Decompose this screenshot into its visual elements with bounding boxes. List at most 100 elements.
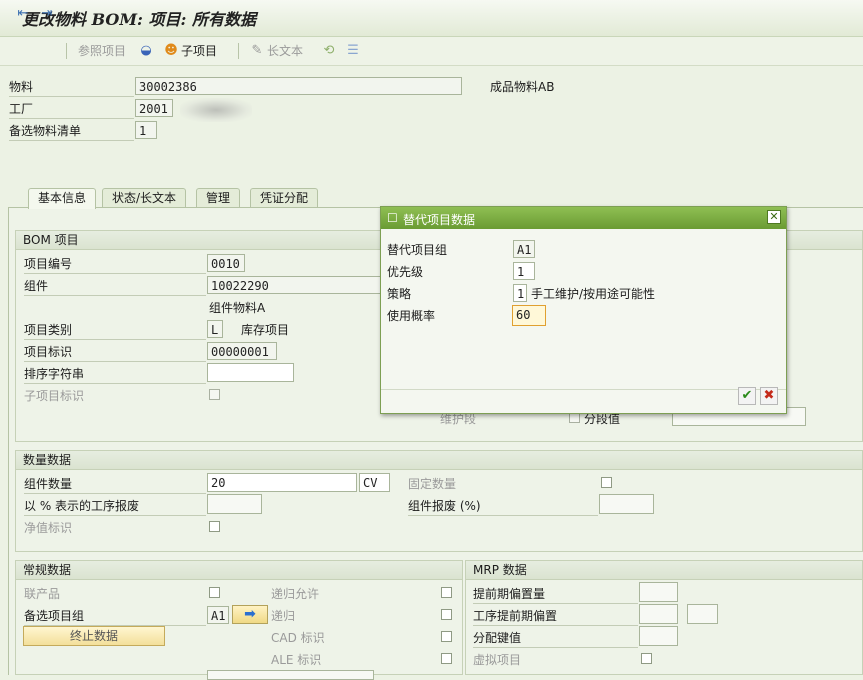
- strategy-label: 策略: [387, 287, 412, 301]
- material-label: 物料: [9, 80, 34, 94]
- fixed-qty-label: 固定数量: [408, 477, 457, 491]
- item-no-field[interactable]: 0010: [207, 254, 245, 272]
- underline: [24, 273, 206, 274]
- hierarchy-icon: ☰: [347, 43, 359, 58]
- recursive-allowed-checkbox[interactable]: [441, 587, 452, 598]
- underline: [24, 361, 206, 362]
- lead-offset-input[interactable]: [639, 582, 678, 602]
- op-lead-offset-input[interactable]: [639, 604, 678, 624]
- tab-status-long-text[interactable]: 状态/长文本: [102, 188, 187, 208]
- underline: [473, 603, 638, 604]
- tab-basic-info[interactable]: 基本信息: [28, 188, 97, 209]
- item-id-field[interactable]: 00000001: [207, 342, 277, 360]
- next-page-icon: ⇥: [41, 6, 53, 21]
- previous-page-icon: ⇤: [17, 6, 29, 21]
- partial-input[interactable]: [207, 670, 374, 680]
- toolbar-separator: [238, 43, 239, 59]
- person-icon: ☻: [164, 43, 178, 58]
- alt-group-label: 替代项目组: [387, 243, 448, 257]
- arrow-right-icon: ➡: [244, 606, 256, 622]
- component-description: 组件物料A: [209, 301, 266, 315]
- recursive-allowed-label: 递归允许: [271, 587, 320, 601]
- dialog-divider: [381, 389, 786, 390]
- alt-bom-label: 备选物料清单: [9, 124, 82, 138]
- item-category-label: 项目类别: [24, 323, 73, 337]
- component-qty-input[interactable]: 20: [207, 473, 357, 492]
- tab-document-assignment[interactable]: 凭证分配: [250, 188, 319, 208]
- unit-input[interactable]: CV: [359, 473, 390, 492]
- tab-admin[interactable]: 管理: [196, 188, 241, 208]
- sub-item-button[interactable]: ☻ 子项目: [164, 41, 217, 61]
- hat-button[interactable]: ◒: [139, 41, 153, 61]
- underline: [473, 625, 638, 626]
- edit-text-icon: ✎: [251, 43, 263, 58]
- coproduct-label: 联产品: [24, 587, 61, 601]
- ref-item-button[interactable]: 参照项目: [78, 41, 126, 61]
- priority-input[interactable]: 1: [513, 262, 535, 280]
- alt-item-group-field[interactable]: A1: [207, 606, 229, 624]
- strategy-input[interactable]: 1: [513, 284, 527, 302]
- dialog-close-button[interactable]: ✕: [767, 210, 781, 224]
- sub-item-label: 子项目: [181, 44, 218, 58]
- dist-key-label: 分配键值: [473, 631, 522, 645]
- dist-key-input[interactable]: [639, 626, 678, 646]
- stop-data-button[interactable]: 终止数据: [23, 626, 165, 646]
- underline: [408, 515, 598, 516]
- ale-id-checkbox[interactable]: [441, 653, 452, 664]
- fixed-qty-checkbox[interactable]: [601, 477, 612, 488]
- material-field[interactable]: 30002386: [135, 77, 462, 95]
- refresh-icon: ⟲: [323, 43, 335, 58]
- page-title: 更改物料 BOM: 项目: 所有数据: [22, 10, 256, 29]
- cad-id-label: CAD 标识: [271, 631, 325, 645]
- next-item-button[interactable]: ⇥: [40, 4, 54, 24]
- usage-prob-label: 使用概率: [387, 309, 436, 323]
- mrp-data-title: MRP 数据: [466, 561, 862, 580]
- op-scrap-input[interactable]: [207, 494, 262, 514]
- check-icon: ✔: [741, 388, 753, 403]
- sub-item-indicator-label: 子项目标识: [24, 389, 85, 403]
- op-scrap-label: 以 % 表示的工序报废: [24, 499, 140, 513]
- cancel-icon: ✖: [763, 388, 775, 403]
- plant-field[interactable]: 2001: [135, 99, 173, 117]
- recursive-checkbox[interactable]: [441, 609, 452, 620]
- lead-offset-label: 提前期偏置量: [473, 587, 546, 601]
- comp-scrap-label: 组件报废 (%): [408, 499, 481, 513]
- item-category-field[interactable]: L: [207, 320, 223, 338]
- confirm-button[interactable]: ✔: [738, 387, 756, 405]
- alt-bom-field[interactable]: 1: [135, 121, 157, 139]
- underline: [9, 118, 134, 119]
- underline: [24, 339, 206, 340]
- toolbar: [0, 37, 863, 66]
- underline: [473, 647, 638, 648]
- underline: [9, 96, 134, 97]
- long-text-label: 长文本: [267, 44, 304, 58]
- long-text-button[interactable]: ✎ 长文本: [250, 41, 303, 61]
- general-data-title: 常规数据: [16, 561, 462, 580]
- sub-item-checkbox[interactable]: [209, 389, 220, 400]
- alt-item-details-button[interactable]: ➡: [232, 605, 268, 624]
- underline: [24, 493, 206, 494]
- op-lead-offset-unit-input[interactable]: [687, 604, 718, 624]
- hierarchy-button[interactable]: ☰: [346, 41, 360, 61]
- material-description: 成品物料AB: [490, 80, 555, 94]
- usage-prob-input[interactable]: 60: [512, 305, 546, 326]
- phantom-item-checkbox[interactable]: [641, 653, 652, 664]
- previous-item-button[interactable]: ⇤: [16, 4, 30, 24]
- close-icon: ✕: [769, 210, 779, 223]
- dialog-title-bar: ☐ 替代项目数据 ✕: [381, 207, 786, 229]
- coproduct-checkbox[interactable]: [209, 587, 220, 598]
- dialog-title: 替代项目数据: [403, 213, 476, 227]
- plant-label: 工厂: [9, 102, 34, 116]
- recursive-label: 递归: [271, 609, 296, 623]
- refresh-button[interactable]: ⟲: [322, 41, 336, 61]
- cad-id-checkbox[interactable]: [441, 631, 452, 642]
- comp-scrap-input[interactable]: [599, 494, 654, 514]
- net-id-label: 净值标识: [24, 521, 73, 535]
- alt-group-field[interactable]: A1: [513, 240, 535, 258]
- net-id-checkbox[interactable]: [209, 521, 220, 532]
- toolbar-separator: [66, 43, 67, 59]
- alt-item-group-label: 备选项目组: [24, 609, 85, 623]
- cancel-button[interactable]: ✖: [760, 387, 778, 405]
- component-field[interactable]: 10022290: [207, 276, 383, 294]
- sort-string-input[interactable]: [207, 363, 294, 382]
